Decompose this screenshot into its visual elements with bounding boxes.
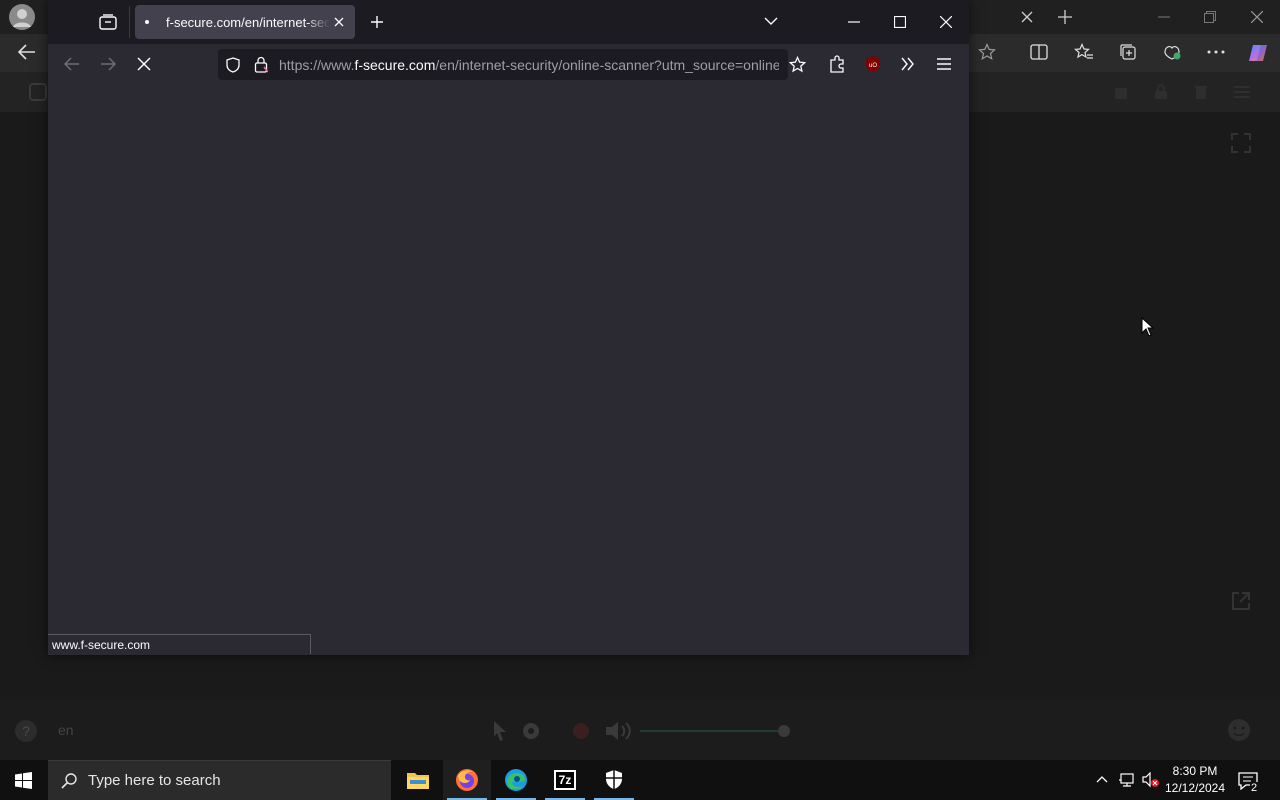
- firefox-view-icon[interactable]: [99, 14, 117, 30]
- close-tab-icon[interactable]: [333, 16, 345, 28]
- lock-warning-icon[interactable]: [254, 56, 268, 73]
- list-all-tabs-icon[interactable]: [764, 17, 778, 26]
- profile-avatar[interactable]: [9, 4, 35, 30]
- taskbar-7zip[interactable]: 7z: [541, 760, 589, 800]
- svg-text:?: ?: [22, 723, 30, 739]
- edge-bottom-bar: ? en: [0, 700, 1280, 760]
- svg-text:uO: uO: [869, 63, 877, 69]
- taskbar-edge[interactable]: [492, 760, 540, 800]
- help-icon[interactable]: ?: [14, 719, 38, 743]
- record-icon[interactable]: [522, 722, 540, 740]
- new-tab-icon[interactable]: [1057, 9, 1073, 25]
- url-path: /en/internet-security/online-scanner?utm…: [435, 57, 779, 73]
- stop-loading-icon[interactable]: [137, 57, 151, 71]
- url-text[interactable]: https://www.f-secure.com/en/internet-sec…: [279, 57, 779, 73]
- maximize-icon[interactable]: [894, 16, 906, 28]
- network-icon[interactable]: [1118, 772, 1136, 788]
- taskbar-file-explorer[interactable]: [394, 760, 442, 800]
- 7zip-label: 7z: [556, 772, 574, 788]
- taskbar-search-box[interactable]: Type here to search: [48, 760, 391, 800]
- search-icon: [61, 773, 77, 789]
- firefox-navbar: https://www.f-secure.com/en/internet-sec…: [48, 44, 969, 85]
- url-prefix: https://www.: [279, 57, 355, 73]
- extensions-puzzle-icon[interactable]: [829, 55, 845, 73]
- split-screen-icon[interactable]: [1030, 44, 1048, 60]
- collections-icon[interactable]: [1119, 43, 1137, 61]
- url-bar[interactable]: https://www.f-secure.com/en/internet-sec…: [218, 49, 788, 80]
- windows-start-icon[interactable]: [15, 772, 32, 789]
- clock-date: 12/12/2024: [1164, 781, 1226, 795]
- copilot-icon[interactable]: [1247, 42, 1269, 64]
- more-options-icon[interactable]: [1207, 50, 1225, 54]
- favorite-star-icon[interactable]: [978, 43, 996, 61]
- menu-icon[interactable]: [1234, 86, 1250, 98]
- volume-slider-track[interactable]: [640, 730, 784, 732]
- firefox-icon: [456, 769, 478, 791]
- firefox-page-content: [48, 85, 969, 655]
- close-window-icon[interactable]: [940, 16, 952, 28]
- status-panel: www.f-secure.com: [48, 634, 311, 654]
- firefox-window: f-secure.com/en/internet-security/online…: [48, 0, 969, 655]
- search-placeholder: Type here to search: [88, 772, 221, 789]
- edge-restore-icon[interactable]: [1204, 11, 1216, 23]
- lock-icon[interactable]: [1154, 84, 1168, 100]
- pointer-tool-icon[interactable]: [492, 720, 508, 742]
- edge-close-icon[interactable]: [1251, 11, 1263, 23]
- tab-loading-dot-icon: [145, 20, 149, 24]
- emoji-icon[interactable]: [1227, 718, 1251, 742]
- volume-slider-handle[interactable]: [778, 725, 790, 737]
- back-arrow-icon[interactable]: [64, 57, 80, 71]
- new-tab-icon[interactable]: [370, 15, 384, 29]
- favorites-icon[interactable]: [1074, 43, 1094, 61]
- volume-icon[interactable]: [604, 720, 636, 742]
- more-tools-chevron-icon[interactable]: [901, 57, 915, 71]
- system-clock[interactable]: 8:30 PM 12/12/2024: [1160, 763, 1230, 797]
- tab-title: f-secure.com/en/internet-security/online…: [166, 15, 330, 30]
- back-arrow-icon[interactable]: [18, 44, 36, 60]
- fullscreen-icon[interactable]: [1231, 133, 1251, 153]
- windows-taskbar: Type here to search 7z 8:30 PM 12/12/202…: [0, 760, 1280, 800]
- edge-icon: [505, 769, 527, 791]
- close-tab-icon[interactable]: [1020, 10, 1034, 24]
- 7zip-icon: 7z: [554, 770, 576, 790]
- edge-minimize-icon[interactable]: [1158, 16, 1170, 18]
- app-logo-icon: [29, 83, 47, 101]
- volume-muted-icon[interactable]: [1142, 772, 1160, 788]
- tab-separator: [129, 6, 130, 38]
- ublock-origin-icon[interactable]: uO: [864, 55, 882, 73]
- clock-time: 8:30 PM: [1172, 764, 1218, 778]
- dim-tool-icon[interactable]: [1114, 84, 1128, 100]
- tracking-protection-shield-icon[interactable]: [226, 57, 240, 73]
- file-explorer-icon: [407, 773, 429, 789]
- windows-security-shield-icon: [606, 770, 622, 789]
- bookmark-star-icon[interactable]: [789, 56, 806, 73]
- language-label[interactable]: en: [58, 722, 74, 738]
- browser-essentials-icon[interactable]: [1162, 43, 1182, 61]
- show-hidden-icons-chevron-icon[interactable]: [1096, 775, 1108, 783]
- firefox-tabbar: f-secure.com/en/internet-security/online…: [48, 0, 969, 44]
- firefox-active-tab[interactable]: f-secure.com/en/internet-security/online…: [135, 5, 355, 39]
- trash-icon[interactable]: [1194, 84, 1208, 100]
- stop-record-icon[interactable]: [572, 722, 590, 740]
- open-external-icon[interactable]: [1231, 591, 1251, 611]
- minimize-icon[interactable]: [848, 21, 860, 23]
- notification-count-badge: 2: [1250, 782, 1259, 794]
- hamburger-menu-icon[interactable]: [937, 58, 951, 70]
- forward-arrow-icon[interactable]: [100, 57, 116, 71]
- mouse-cursor-icon: [1141, 317, 1155, 337]
- url-domain: f-secure.com: [354, 57, 436, 73]
- taskbar-firefox[interactable]: [443, 760, 491, 800]
- taskbar-windows-security[interactable]: [590, 760, 638, 800]
